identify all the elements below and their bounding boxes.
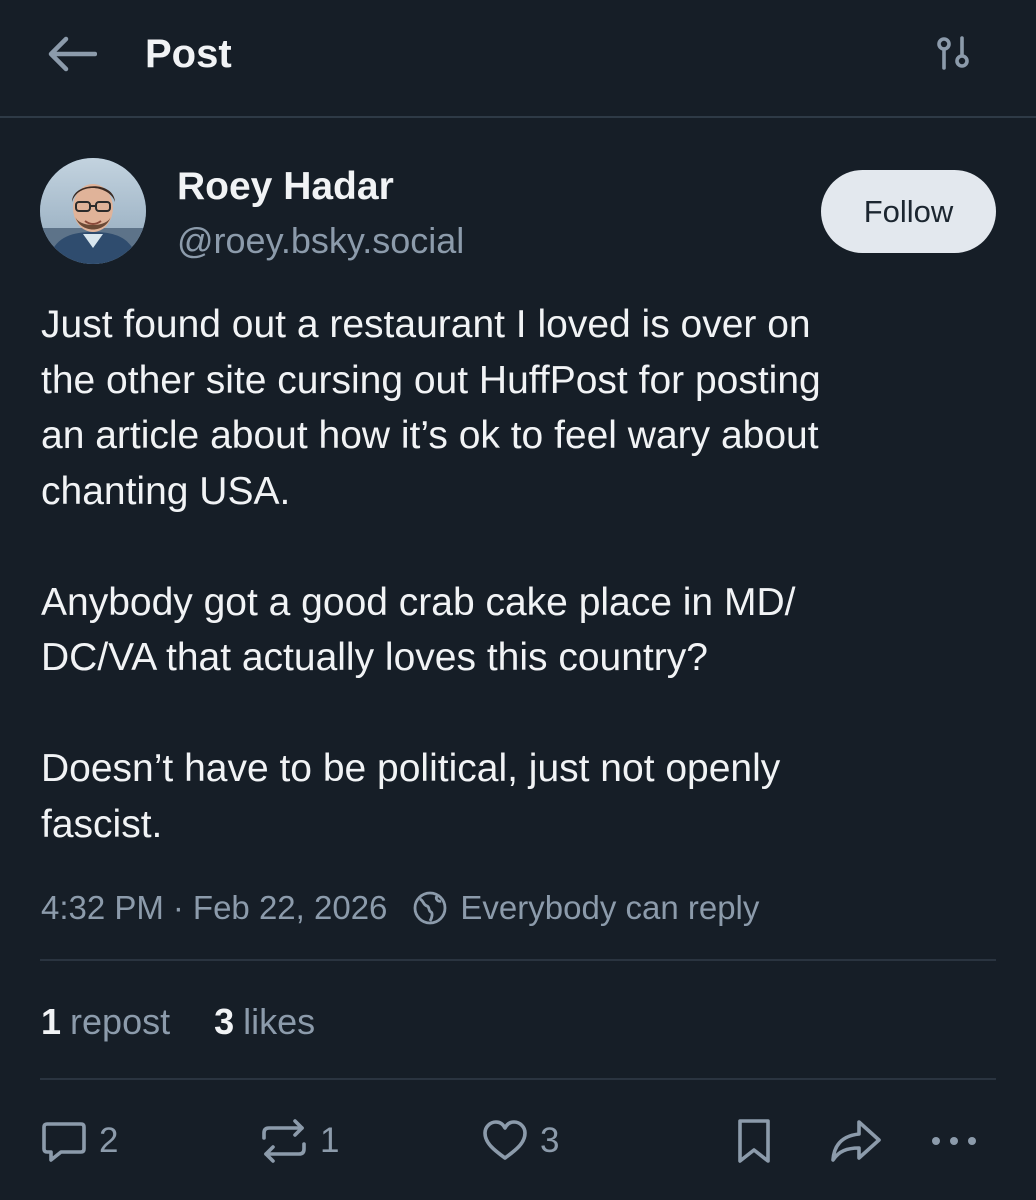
reposts-label: repost [70,1001,171,1042]
more-dots-icon [932,1137,976,1145]
post-paragraph: Just found out a restaurant I loved is o… [41,303,821,513]
repost-icon [262,1119,306,1163]
post-stats: 1 repost 3 likes [41,998,315,1046]
sliders-icon [937,36,969,70]
likes-count: 3 [214,1001,235,1042]
post-meta: 4:32 PM · Feb 22, 2026 Everybody can rep… [41,885,759,931]
repost-button[interactable]: 1 [258,1116,339,1166]
reply-count: 2 [99,1121,119,1160]
share-button[interactable] [829,1116,883,1166]
heart-icon [483,1120,527,1160]
author-handle[interactable]: @roey.bsky.social [177,218,464,264]
more-options-button[interactable] [928,1116,980,1166]
arrow-left-icon [48,36,97,72]
author-name[interactable]: Roey Hadar [177,163,394,211]
avatar-photo [40,158,146,264]
speech-bubble-icon [42,1122,86,1162]
page-title: Post [145,32,232,76]
post-time: 4:32 PM [41,889,164,926]
back-button[interactable] [44,28,100,80]
divider [40,959,996,961]
post-paragraph: Doesn’t have to be political, just not o… [41,747,781,846]
globe-icon [414,891,447,925]
bookmark-button[interactable] [731,1116,777,1166]
share-arrow-icon [831,1120,881,1162]
post-paragraph: Anybody got a good crab cake place in MD… [41,580,796,680]
reposts-stat[interactable]: 1 repost [41,1001,170,1043]
likes-stat[interactable]: 3 likes [214,1001,315,1043]
reply-button[interactable]: 2 [39,1116,118,1166]
avatar[interactable] [40,158,146,264]
like-button[interactable]: 3 [480,1116,559,1166]
post-text: Just found out a restaurant I loved is o… [41,297,1001,852]
post-header: Post [0,0,1036,118]
divider [40,1078,996,1080]
reply-setting[interactable]: Everybody can reply [412,889,759,927]
bookmark-icon [738,1119,770,1163]
like-count: 3 [540,1121,560,1160]
post-date: Feb 22, 2026 [192,889,388,926]
thread-settings-button[interactable] [928,30,978,76]
meta-separator: · [172,889,184,926]
repost-count: 1 [320,1121,340,1160]
reposts-count: 1 [41,1001,62,1042]
follow-button[interactable]: Follow [821,170,996,253]
likes-label: likes [243,1001,316,1042]
reply-setting-label: Everybody can reply [460,889,760,926]
